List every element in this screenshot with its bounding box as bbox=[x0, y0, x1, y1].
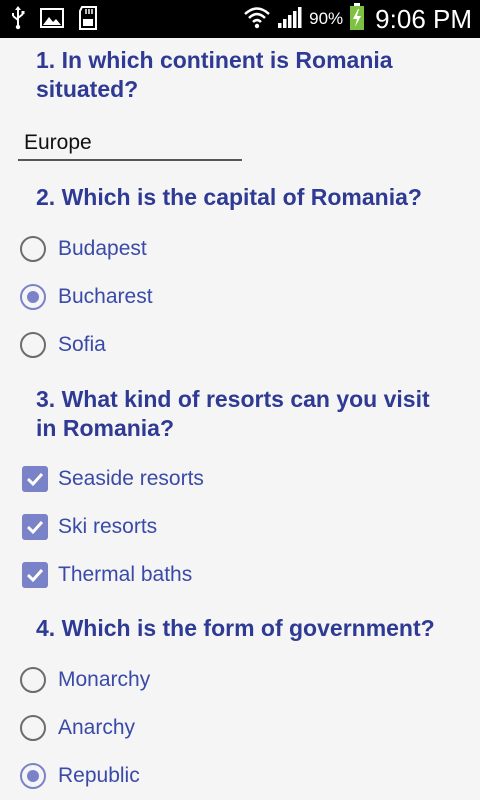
checkbox-option-ski-resorts[interactable]: Ski resorts bbox=[20, 509, 157, 545]
option-label: Seaside resorts bbox=[58, 467, 204, 490]
checkmark-icon bbox=[26, 568, 44, 583]
status-bar: 90% 9:06 PM bbox=[0, 0, 480, 38]
question-3-text: 3. What kind of resorts can you visit in… bbox=[36, 386, 430, 441]
battery-charging-icon bbox=[349, 2, 365, 36]
image-icon bbox=[40, 7, 64, 34]
battery-percent: 90% bbox=[309, 9, 344, 28]
radio-option-republic[interactable]: Republic bbox=[20, 758, 140, 794]
checkbox-checked[interactable] bbox=[22, 514, 48, 540]
radio-button-selected[interactable] bbox=[20, 763, 46, 789]
system-icons: 90% 9:06 PM bbox=[243, 0, 472, 38]
checkbox-option-thermal-baths[interactable]: Thermal baths bbox=[20, 557, 192, 593]
radio-button[interactable] bbox=[20, 667, 46, 693]
question-1-answer-input[interactable] bbox=[18, 127, 242, 161]
sd-card-icon bbox=[78, 6, 98, 35]
question-2-text: 2. Which is the capital of Romania? bbox=[36, 184, 422, 210]
radio-button[interactable] bbox=[20, 236, 46, 262]
radio-option-anarchy[interactable]: Anarchy bbox=[20, 710, 135, 746]
option-label: Ski resorts bbox=[58, 515, 158, 538]
option-label: Thermal baths bbox=[58, 563, 193, 586]
wifi-icon bbox=[243, 5, 271, 34]
checkbox-checked[interactable] bbox=[22, 562, 48, 588]
checkbox-option-seaside-resorts[interactable]: Seaside resorts bbox=[20, 461, 204, 497]
radio-option-bucharest[interactable]: Bucharest bbox=[20, 279, 153, 315]
question-4-text: 4. Which is the form of government? bbox=[36, 615, 435, 641]
radio-button[interactable] bbox=[20, 715, 46, 741]
option-label: Anarchy bbox=[58, 716, 136, 739]
checkmark-icon bbox=[26, 520, 44, 535]
radio-option-sofia[interactable]: Sofia bbox=[20, 327, 106, 363]
notification-icons bbox=[10, 6, 98, 35]
option-label: Monarchy bbox=[58, 668, 151, 691]
radio-button-selected[interactable] bbox=[20, 284, 46, 310]
clock: 9:06 PM bbox=[375, 3, 472, 34]
question-1-text: 1. In which continent is Romania situate… bbox=[36, 47, 393, 102]
option-label: Bucharest bbox=[58, 285, 153, 308]
checkmark-icon bbox=[26, 472, 44, 487]
radio-option-monarchy[interactable]: Monarchy bbox=[20, 662, 150, 698]
checkbox-checked[interactable] bbox=[22, 466, 48, 492]
signal-icon bbox=[277, 5, 303, 34]
option-label: Budapest bbox=[58, 237, 147, 260]
radio-option-budapest[interactable]: Budapest bbox=[20, 231, 147, 267]
option-label: Sofia bbox=[58, 333, 106, 356]
usb-icon bbox=[10, 6, 26, 35]
option-label: Republic bbox=[58, 764, 140, 787]
radio-button[interactable] bbox=[20, 332, 46, 358]
